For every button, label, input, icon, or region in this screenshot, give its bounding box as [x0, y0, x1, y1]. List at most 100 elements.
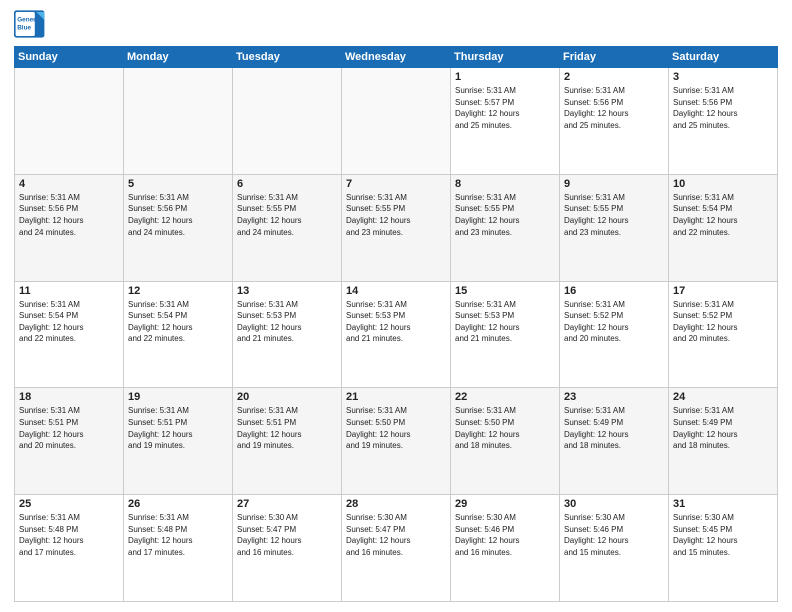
day-info: Sunrise: 5:30 AM Sunset: 5:46 PM Dayligh…	[455, 512, 555, 558]
week-row-2: 4 Sunrise: 5:31 AM Sunset: 5:56 PM Daylig…	[15, 174, 778, 281]
logo-icon: General Blue	[14, 10, 46, 38]
day-info: Sunrise: 5:31 AM Sunset: 5:48 PM Dayligh…	[19, 512, 119, 558]
calendar-cell: 15 Sunrise: 5:31 AM Sunset: 5:53 PM Dayli…	[451, 281, 560, 388]
calendar-cell: 21Sunrise: 5:31 AM Sunset: 5:50 PM Dayli…	[342, 388, 451, 495]
calendar-cell: 17 Sunrise: 5:31 AM Sunset: 5:52 PM Dayli…	[669, 281, 778, 388]
day-number: 8	[455, 178, 555, 190]
day-number: 18	[19, 391, 119, 403]
day-info: Sunrise: 5:30 AM Sunset: 5:47 PM Dayligh…	[346, 512, 446, 558]
day-info: Sunrise: 5:31 AM Sunset: 5:57 PM Dayligh…	[455, 85, 555, 131]
day-info: Sunrise: 5:31 AM Sunset: 5:49 PM Dayligh…	[564, 405, 664, 451]
calendar-cell: 9Sunrise: 5:31 AM Sunset: 5:55 PM Daylig…	[560, 174, 669, 281]
day-number: 20	[237, 391, 337, 403]
day-number: 25	[19, 498, 119, 510]
day-number: 6	[237, 178, 337, 190]
day-number: 14	[346, 285, 446, 297]
calendar-cell: 30Sunrise: 5:30 AM Sunset: 5:46 PM Dayli…	[560, 495, 669, 602]
day-number: 11	[19, 285, 119, 297]
day-number: 7	[346, 178, 446, 190]
calendar-cell: 5 Sunrise: 5:31 AM Sunset: 5:56 PM Daylig…	[124, 174, 233, 281]
calendar-cell: 2Sunrise: 5:31 AM Sunset: 5:56 PM Daylig…	[560, 68, 669, 175]
calendar-cell	[233, 68, 342, 175]
day-number: 15	[455, 285, 555, 297]
day-info: Sunrise: 5:31 AM Sunset: 5:54 PM Dayligh…	[673, 192, 773, 238]
calendar-cell: 13 Sunrise: 5:31 AM Sunset: 5:53 PM Dayli…	[233, 281, 342, 388]
day-info: Sunrise: 5:31 AM Sunset: 5:49 PM Dayligh…	[673, 405, 773, 451]
weekday-tuesday: Tuesday	[233, 47, 342, 68]
calendar-table: SundayMondayTuesdayWednesdayThursdayFrid…	[14, 46, 778, 602]
svg-text:Blue: Blue	[17, 25, 31, 32]
calendar-cell: 10 Sunrise: 5:31 AM Sunset: 5:54 PM Dayli…	[669, 174, 778, 281]
calendar-cell: 20 Sunrise: 5:31 AM Sunset: 5:51 PM Dayli…	[233, 388, 342, 495]
calendar-cell: 18Sunrise: 5:31 AM Sunset: 5:51 PM Dayli…	[15, 388, 124, 495]
day-info: Sunrise: 5:31 AM Sunset: 5:50 PM Dayligh…	[346, 405, 446, 451]
day-number: 26	[128, 498, 228, 510]
calendar-cell: 25 Sunrise: 5:31 AM Sunset: 5:48 PM Dayli…	[15, 495, 124, 602]
calendar-cell	[342, 68, 451, 175]
calendar-cell	[15, 68, 124, 175]
calendar-cell: 7Sunrise: 5:31 AM Sunset: 5:55 PM Daylig…	[342, 174, 451, 281]
calendar-cell: 4Sunrise: 5:31 AM Sunset: 5:56 PM Daylig…	[15, 174, 124, 281]
calendar-cell: 11 Sunrise: 5:31 AM Sunset: 5:54 PM Dayli…	[15, 281, 124, 388]
day-number: 17	[673, 285, 773, 297]
day-number: 23	[564, 391, 664, 403]
day-number: 3	[673, 71, 773, 83]
week-row-3: 11 Sunrise: 5:31 AM Sunset: 5:54 PM Dayli…	[15, 281, 778, 388]
day-number: 31	[673, 498, 773, 510]
weekday-header-row: SundayMondayTuesdayWednesdayThursdayFrid…	[15, 47, 778, 68]
weekday-monday: Monday	[124, 47, 233, 68]
day-info: Sunrise: 5:31 AM Sunset: 5:53 PM Dayligh…	[455, 299, 555, 345]
day-info: Sunrise: 5:31 AM Sunset: 5:52 PM Dayligh…	[673, 299, 773, 345]
day-info: Sunrise: 5:31 AM Sunset: 5:56 PM Dayligh…	[673, 85, 773, 131]
header: General Blue	[14, 10, 778, 38]
calendar-cell: 29 Sunrise: 5:30 AM Sunset: 5:46 PM Dayli…	[451, 495, 560, 602]
calendar-cell: 27 Sunrise: 5:30 AM Sunset: 5:47 PM Dayli…	[233, 495, 342, 602]
weekday-thursday: Thursday	[451, 47, 560, 68]
day-number: 29	[455, 498, 555, 510]
day-info: Sunrise: 5:30 AM Sunset: 5:47 PM Dayligh…	[237, 512, 337, 558]
logo: General Blue	[14, 10, 46, 38]
day-info: Sunrise: 5:31 AM Sunset: 5:48 PM Dayligh…	[128, 512, 228, 558]
weekday-saturday: Saturday	[669, 47, 778, 68]
day-info: Sunrise: 5:30 AM Sunset: 5:46 PM Dayligh…	[564, 512, 664, 558]
day-number: 1	[455, 71, 555, 83]
day-number: 24	[673, 391, 773, 403]
day-info: Sunrise: 5:31 AM Sunset: 5:53 PM Dayligh…	[237, 299, 337, 345]
calendar-cell: 14 Sunrise: 5:31 AM Sunset: 5:53 PM Dayli…	[342, 281, 451, 388]
calendar-cell: 28 Sunrise: 5:30 AM Sunset: 5:47 PM Dayli…	[342, 495, 451, 602]
day-number: 28	[346, 498, 446, 510]
day-info: Sunrise: 5:31 AM Sunset: 5:54 PM Dayligh…	[128, 299, 228, 345]
page: General Blue SundayMondayTuesdayWednesda…	[0, 0, 792, 612]
day-info: Sunrise: 5:31 AM Sunset: 5:53 PM Dayligh…	[346, 299, 446, 345]
calendar-cell: 6 Sunrise: 5:31 AM Sunset: 5:55 PM Daylig…	[233, 174, 342, 281]
day-number: 5	[128, 178, 228, 190]
day-number: 22	[455, 391, 555, 403]
day-info: Sunrise: 5:31 AM Sunset: 5:55 PM Dayligh…	[237, 192, 337, 238]
calendar-cell	[124, 68, 233, 175]
day-number: 13	[237, 285, 337, 297]
week-row-5: 25 Sunrise: 5:31 AM Sunset: 5:48 PM Dayli…	[15, 495, 778, 602]
calendar-cell: 19Sunrise: 5:31 AM Sunset: 5:51 PM Dayli…	[124, 388, 233, 495]
day-info: Sunrise: 5:31 AM Sunset: 5:55 PM Dayligh…	[455, 192, 555, 238]
calendar-cell: 1 Sunrise: 5:31 AM Sunset: 5:57 PM Daylig…	[451, 68, 560, 175]
calendar-cell: 24 Sunrise: 5:31 AM Sunset: 5:49 PM Dayli…	[669, 388, 778, 495]
weekday-friday: Friday	[560, 47, 669, 68]
day-info: Sunrise: 5:31 AM Sunset: 5:54 PM Dayligh…	[19, 299, 119, 345]
day-number: 9	[564, 178, 664, 190]
day-number: 16	[564, 285, 664, 297]
week-row-4: 18 Sunrise: 5:31 AM Sunset: 5:51 PM Dayli…	[15, 388, 778, 495]
day-info: Sunrise: 5:31 AM Sunset: 5:56 PM Dayligh…	[128, 192, 228, 238]
day-number: 4	[19, 178, 119, 190]
calendar-cell: 31Sunrise: 5:30 AM Sunset: 5:45 PM Dayli…	[669, 495, 778, 602]
day-number: 27	[237, 498, 337, 510]
day-number: 10	[673, 178, 773, 190]
svg-text:General: General	[17, 17, 41, 24]
day-number: 12	[128, 285, 228, 297]
day-number: 19	[128, 391, 228, 403]
calendar-cell: 26 Sunrise: 5:31 AM Sunset: 5:48 PM Dayli…	[124, 495, 233, 602]
calendar-cell: 3 Sunrise: 5:31 AM Sunset: 5:56 PM Daylig…	[669, 68, 778, 175]
day-info: Sunrise: 5:31 AM Sunset: 5:50 PM Dayligh…	[455, 405, 555, 451]
day-info: Sunrise: 5:31 AM Sunset: 5:56 PM Dayligh…	[564, 85, 664, 131]
day-info: Sunrise: 5:31 AM Sunset: 5:51 PM Dayligh…	[237, 405, 337, 451]
day-info: Sunrise: 5:31 AM Sunset: 5:52 PM Dayligh…	[564, 299, 664, 345]
